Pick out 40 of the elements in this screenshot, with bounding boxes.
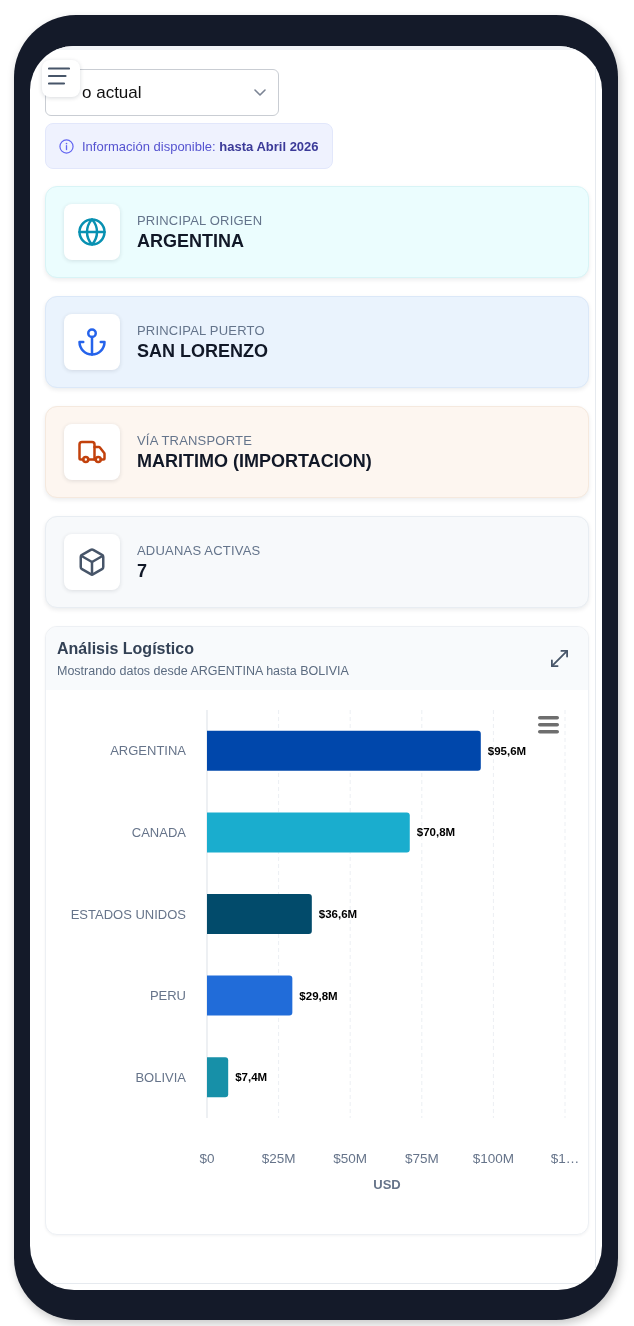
chart-subtitle: Mostrando datos desde ARGENTINA hasta BOLIVIA	[57, 663, 349, 678]
kpi-label: ADUANAS ACTIVAS	[137, 542, 261, 558]
kpi-label: PRINCIPAL PUERTO	[137, 322, 266, 338]
category-label: PERU	[149, 988, 186, 1004]
kpi-value: 7	[137, 560, 148, 582]
kpi-value: SAN LORENZO	[137, 340, 268, 362]
value-label: $36,6M	[318, 908, 358, 920]
value-label: $95,6M	[487, 744, 527, 757]
menu-button[interactable]	[42, 60, 80, 97]
menu-icon[interactable]	[538, 716, 559, 734]
anchor-icon	[64, 314, 120, 370]
info-icon	[59, 138, 74, 154]
info-text: Información disponible: hasta Abril 2026	[82, 138, 319, 154]
menu-icon	[48, 67, 70, 85]
period-select[interactable]: o actual	[45, 69, 279, 116]
chart-title: Análisis Logístico	[57, 639, 195, 658]
value-label: $7,4M	[235, 1071, 268, 1084]
category-label: BOLIVIA	[135, 1069, 186, 1085]
tick-label: $25M	[261, 1151, 296, 1166]
value-label: $29,8M	[299, 989, 338, 1002]
box-icon	[64, 534, 120, 590]
category-label: ARGENTINA	[110, 743, 186, 759]
tick-label: $100M	[472, 1151, 515, 1166]
tick-label: $1…	[550, 1151, 580, 1166]
chevron-icon	[254, 89, 266, 96]
globe-icon	[64, 204, 120, 260]
tick-label: $50M	[333, 1151, 368, 1166]
kpi-value: MARITIMO (IMPORTACION)	[137, 450, 372, 472]
kpi-label: VÍA TRANSPORTE	[137, 432, 254, 448]
expand-button[interactable]	[550, 649, 569, 668]
tick-label: $0	[199, 1151, 215, 1166]
kpi-value: ARGENTINA	[137, 230, 245, 252]
expand-icon	[550, 649, 569, 668]
category-label: CANADA	[131, 824, 186, 840]
axis-title: USD	[373, 1177, 401, 1192]
value-label: $70,8M	[416, 826, 456, 839]
tick-label: $75M	[404, 1151, 439, 1166]
kpi-label: PRINCIPAL ORIGEN	[137, 212, 263, 228]
category-label: ESTADOS UNIDOS	[70, 906, 186, 922]
truck-icon	[64, 424, 120, 480]
